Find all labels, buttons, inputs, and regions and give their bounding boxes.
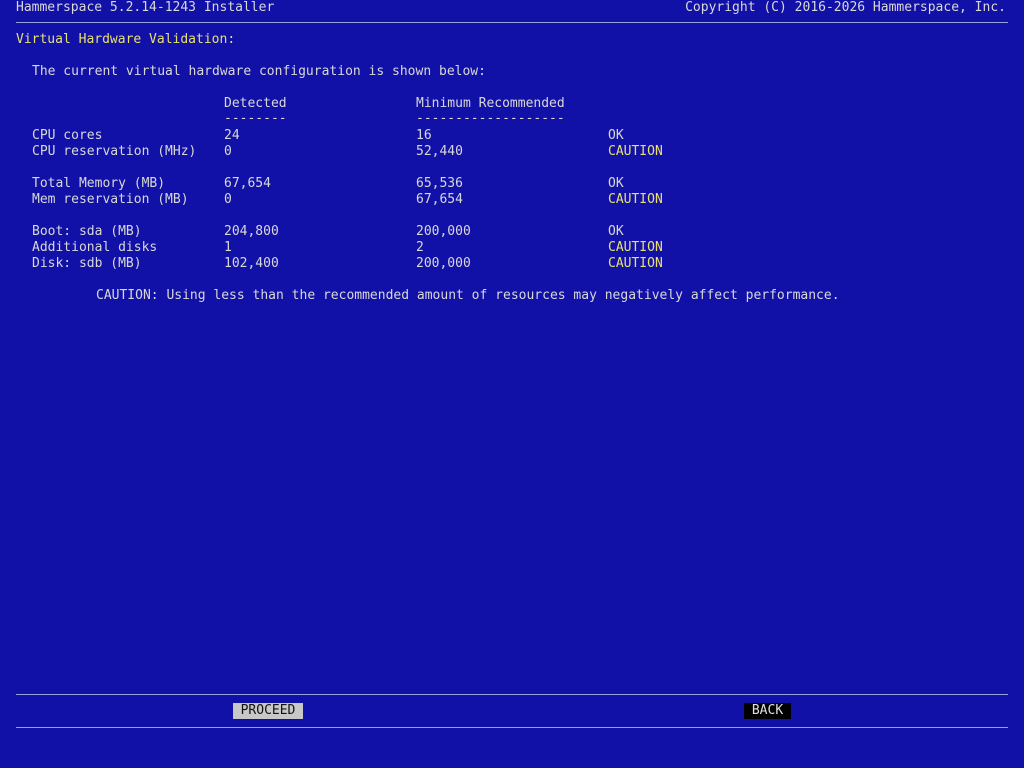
row-status-caution: CAUTION [608,256,663,271]
row-detected: 67,654 [224,176,271,191]
row-detected: 102,400 [224,256,279,271]
intro-text: The current virtual hardware configurati… [32,64,486,79]
row-status-ok: OK [608,224,624,239]
row-detected: 0 [224,144,232,159]
installer-title: Hammerspace 5.2.14-1243 Installer [16,0,275,15]
row-label: CPU cores [32,128,103,143]
row-minimum: 16 [416,128,432,143]
back-button[interactable]: BACK [744,703,791,719]
row-minimum: 67,654 [416,192,463,207]
row-detected: 1 [224,240,232,255]
row-status-ok: OK [608,176,624,191]
row-status-ok: OK [608,128,624,143]
row-detected: 0 [224,192,232,207]
copyright-text: Copyright (C) 2016-2026 Hammerspace, Inc… [685,0,1006,15]
row-label: Additional disks [32,240,158,255]
row-status-caution: CAUTION [608,144,663,159]
row-status-caution: CAUTION [608,240,663,255]
caution-note: CAUTION: Using less than the recommended… [96,288,840,303]
row-status-caution: CAUTION [608,192,663,207]
col-header-minimum: Minimum Recommended [416,96,565,111]
row-label: CPU reservation (MHz) [32,144,197,159]
header-divider [16,22,1008,23]
col-underline-minimum: ------------------- [416,111,565,126]
row-detected: 24 [224,128,240,143]
row-detected: 204,800 [224,224,279,239]
row-label: Total Memory (MB) [32,176,166,191]
row-label: Disk: sdb (MB) [32,256,142,271]
row-label: Boot: sda (MB) [32,224,142,239]
col-header-detected: Detected [224,96,287,111]
row-label: Mem reservation (MB) [32,192,189,207]
row-minimum: 2 [416,240,424,255]
col-underline-detected: -------- [224,111,287,126]
row-minimum: 52,440 [416,144,463,159]
footer-divider-bottom [16,727,1008,728]
proceed-button[interactable]: PROCEED [233,703,303,719]
row-minimum: 65,536 [416,176,463,191]
row-minimum: 200,000 [416,256,471,271]
section-title: Virtual Hardware Validation: [16,32,236,47]
footer-divider-top [16,694,1008,695]
row-minimum: 200,000 [416,224,471,239]
